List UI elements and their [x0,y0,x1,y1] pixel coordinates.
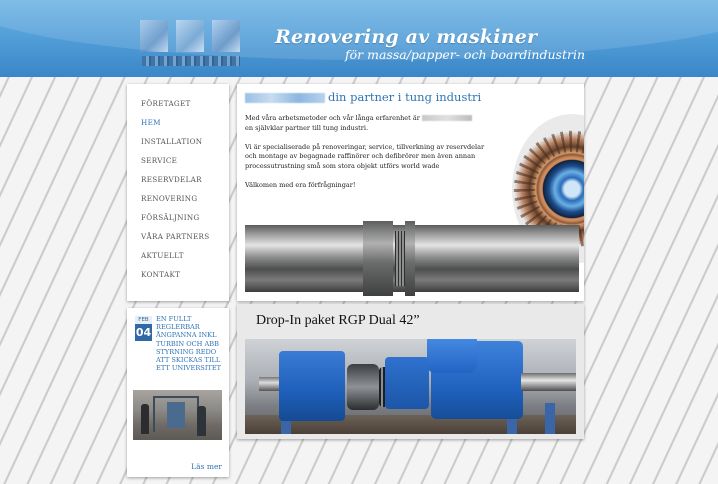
intro-paragraph: Välkomen med era förfrågningar! [245,181,356,190]
nav-item-foretaget[interactable]: FÖRETAGET [141,94,229,113]
machine-motor [427,339,477,373]
news-photo[interactable] [133,390,222,440]
company-name-blurred [245,93,325,103]
news-date-day: 04 [135,324,152,341]
company-logo[interactable] [136,18,244,70]
news-widget: FEB 04 EN FULLT REGLERBAR ÅNGPANNA INKL … [127,308,229,477]
logo-subtext [142,56,240,66]
nav-list: FÖRETAGET HEM INSTALLATION SERVICE RESER… [127,84,229,284]
intro-title: din partner i tung industri [245,90,481,104]
intro-body: Med våra arbetsmetoder och vår långa erf… [245,114,485,200]
photo-panel-shape [167,402,185,428]
nav-item-vara-partners[interactable]: VÅRA PARTNERS [141,227,229,246]
logo-block [176,20,204,52]
intro-p1-start: Med våra arbetsmetoder och vår långa erf… [245,114,420,122]
shaft-collar [363,221,393,296]
header-subtagline: för massa/papper- och boardindustrin [345,47,585,62]
logo-block [212,20,240,52]
machine-stand-leg [545,403,555,434]
news-headline-link[interactable]: EN FULLT REGLERBAR ÅNGPANNA INKL TURBIN … [156,315,226,372]
intro-p1-end: en självklar partner till tung industri. [245,123,369,132]
news-date-month: FEB [135,316,152,324]
nav-item-forsaljning[interactable]: FÖRSÄLJNING [141,208,229,227]
photo-person-shape [141,404,149,434]
photo-person-shape [197,406,206,436]
intro-paragraph: Vi är specialiserade på renoveringar, se… [245,142,485,170]
nav-item-installation[interactable]: INSTALLATION [141,132,229,151]
main-navigation: FÖRETAGET HEM INSTALLATION SERVICE RESER… [127,84,229,301]
nav-item-aktuellt[interactable]: AKTUELLT [141,246,229,265]
nav-item-service[interactable]: SERVICE [141,151,229,170]
nav-item-hem[interactable]: HEM [141,113,229,132]
shaft-image [245,221,579,296]
read-more-link[interactable]: Läs mer [191,462,222,471]
promo-title: Drop-In paket RGP Dual 42” [256,313,420,328]
machine-shaft-right [521,373,576,391]
news-date-badge: FEB 04 [135,316,152,343]
logo-block [140,20,168,52]
promo-banner[interactable]: Drop-In paket RGP Dual 42” [237,304,584,439]
machine-coupling [347,364,379,410]
shaft-collar [405,221,415,296]
machine-dropin-unit [385,357,429,409]
site-header: Renovering av maskiner för massa/papper-… [0,0,718,77]
intro-paragraph: Med våra arbetsmetoder och vår långa erf… [245,114,485,133]
intro-title-text: din partner i tung industri [328,90,482,104]
intro-panel: din partner i tung industri Med våra arb… [237,84,584,301]
drop-in-package-image [245,339,576,434]
nav-item-kontakt[interactable]: KONTAKT [141,265,229,284]
nav-item-reservdelar[interactable]: RESERVDELAR [141,170,229,189]
machine-housing-left [279,351,345,421]
header-tagline: Renovering av maskiner [275,26,538,48]
company-name-blurred [421,115,472,121]
nav-item-renovering[interactable]: RENOVERING [141,189,229,208]
